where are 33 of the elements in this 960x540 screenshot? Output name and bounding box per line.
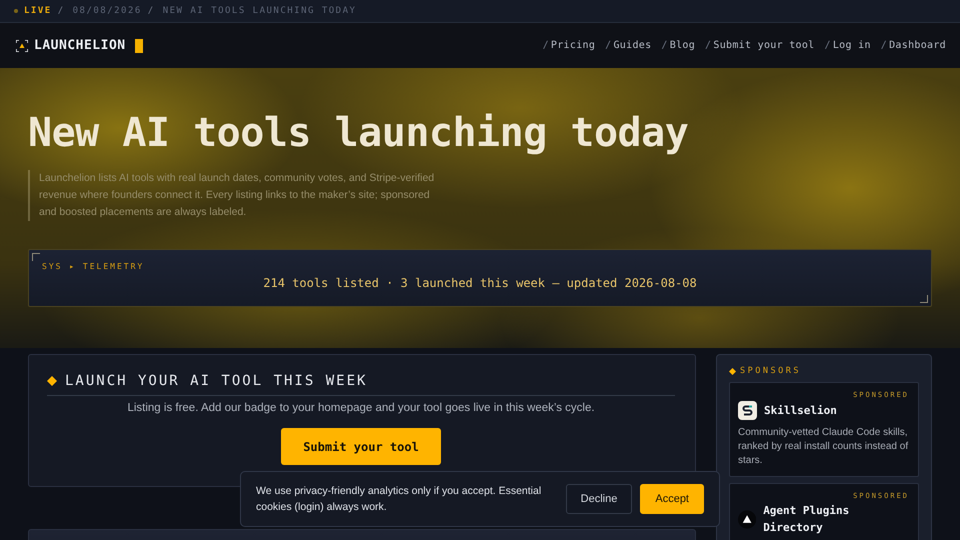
nav-link[interactable]: / Dashboard — [880, 40, 946, 51]
ticker-headline: NEW AI TOOLS LAUNCHING TODAY — [162, 6, 356, 16]
separator: / — [148, 6, 155, 16]
diamond-icon — [47, 376, 57, 386]
status-dot — [14, 9, 18, 13]
sponsors-title: SPONSORS — [740, 366, 801, 376]
nav-link[interactable]: / Pricing — [542, 40, 596, 51]
cookie-text: We use privacy-friendly analytics only if you accept. Essential cookies (login) always work. — [256, 484, 542, 515]
nav-link[interactable]: / Log in — [824, 40, 871, 51]
decline-button[interactable]: Decline — [566, 484, 632, 514]
accept-button[interactable]: Accept — [640, 484, 704, 514]
separator: / — [58, 6, 65, 16]
letter-s-logo-icon — [738, 401, 757, 420]
hero-intro: Launchelion lists AI tools with real launch dates, community votes, and Stripe-verified revenue where founders connect it. Every listing links to the maker’s site; sponsored and boosted placements are always labeled. — [28, 170, 443, 221]
diamond-icon — [729, 368, 736, 374]
triangle-logo-icon — [738, 510, 756, 528]
brand-name: LAUNCHELION — [34, 38, 126, 53]
logo-icon — [16, 40, 28, 52]
nav-link[interactable]: / Guides — [605, 40, 652, 51]
sponsor-name: Agent Plugins Directory — [763, 503, 850, 536]
sponsor-description: Community-vetted Claude Code skills, ranked by real install counts instead of stars. — [738, 426, 909, 468]
cursor-block — [134, 38, 143, 52]
live-label: LIVE — [24, 6, 52, 16]
submit-button[interactable]: Submit your tool — [281, 428, 441, 465]
card-title: LAUNCH YOUR AI TOOL THIS WEEK — [65, 373, 368, 389]
nav-link[interactable]: / Submit your tool — [705, 40, 815, 51]
nav-link[interactable]: / Blog — [661, 40, 696, 51]
sponsor-name: Skillselion — [764, 403, 837, 419]
telemetry-stats: 214 tools listed · 3 launched this week — updated 2026-08-08 — [262, 276, 698, 290]
hero-title: New AI tools launching today — [28, 110, 690, 156]
telemetry-label: SYS ▸ TELEMETRY — [42, 262, 146, 271]
card-text: Listing is free. Add our badge to your homepage and your tool goes live in this week’s cycle. — [126, 402, 596, 414]
ticker-date: 08/08/2026 — [72, 6, 142, 16]
